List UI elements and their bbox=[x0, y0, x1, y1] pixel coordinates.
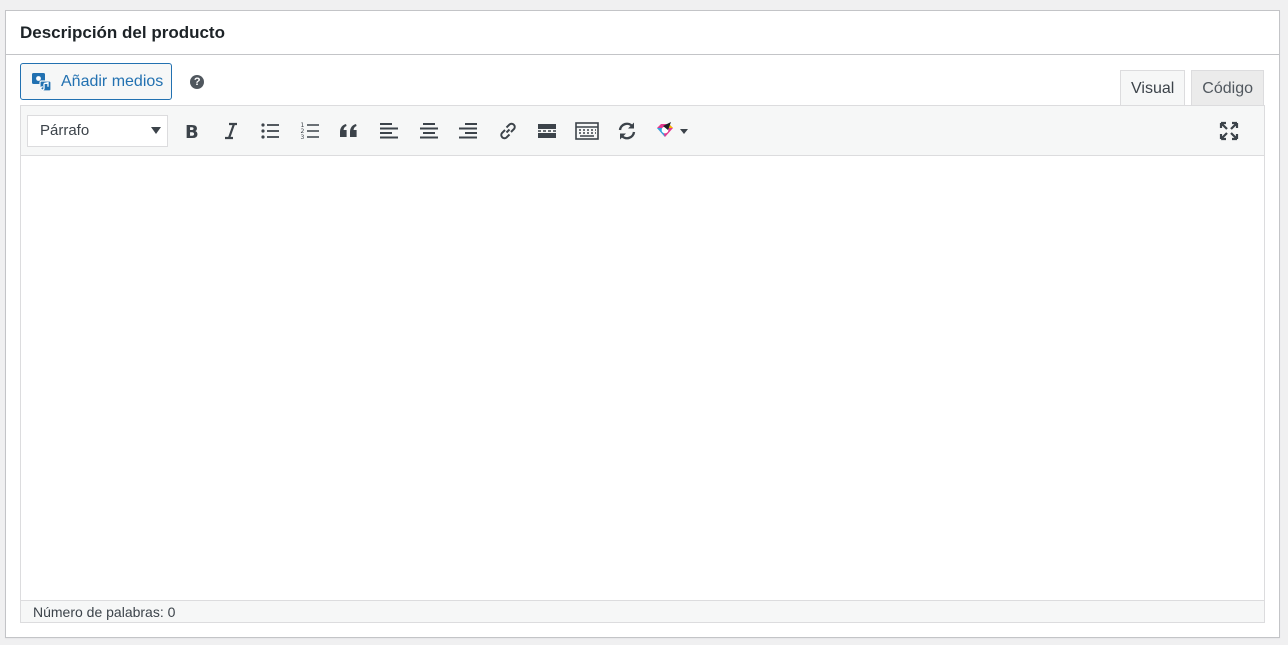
align-center-icon[interactable] bbox=[412, 114, 446, 148]
editor-statusbar: Número de palabras: 0 bbox=[21, 600, 1264, 622]
plugin-rocket-icon[interactable] bbox=[649, 114, 693, 148]
rich-text-editor: Párrafo B 1 2 3 Número de palabras: 0 bbox=[20, 105, 1265, 623]
refresh-icon[interactable] bbox=[610, 114, 644, 148]
add-media-button[interactable]: Añadir medios bbox=[20, 63, 173, 100]
bold-icon[interactable]: B bbox=[174, 114, 208, 148]
panel-header: Descripción del producto bbox=[6, 11, 1279, 55]
read-more-icon[interactable] bbox=[530, 114, 564, 148]
svg-text:3: 3 bbox=[300, 134, 304, 141]
align-left-icon[interactable] bbox=[372, 114, 406, 148]
align-right-icon[interactable] bbox=[451, 114, 485, 148]
tab-code[interactable]: Código bbox=[1191, 70, 1264, 106]
fullscreen-icon[interactable] bbox=[1212, 114, 1246, 148]
editor-content-area[interactable] bbox=[21, 156, 1264, 600]
bullet-list-icon[interactable] bbox=[253, 114, 287, 148]
format-select[interactable]: Párrafo bbox=[27, 114, 168, 147]
add-media-label: Añadir medios bbox=[61, 72, 164, 90]
format-select-value: Párrafo bbox=[40, 122, 90, 139]
editor-tabs: Visual Código bbox=[1114, 70, 1264, 107]
word-count: Número de palabras: 0 bbox=[33, 603, 176, 620]
chevron-down-icon bbox=[151, 127, 161, 134]
panel-title: Descripción del producto bbox=[20, 22, 225, 42]
link-icon[interactable] bbox=[491, 114, 525, 148]
media-buttons: Añadir medios ? bbox=[20, 63, 205, 100]
svg-text:B: B bbox=[185, 122, 199, 142]
editor-toolbar: Párrafo B 1 2 3 bbox=[21, 106, 1264, 156]
blockquote-icon[interactable] bbox=[332, 114, 366, 148]
product-description-panel: Descripción del producto Añadir medios ?… bbox=[5, 10, 1280, 638]
add-media-icon bbox=[31, 71, 53, 93]
italic-icon[interactable] bbox=[214, 114, 248, 148]
panel-inside: Añadir medios ? Visual Código Párrafo B bbox=[6, 55, 1279, 637]
tab-visual[interactable]: Visual bbox=[1120, 70, 1186, 107]
toolbar-toggle-icon[interactable] bbox=[570, 114, 604, 148]
numbered-list-icon[interactable]: 1 2 3 bbox=[293, 114, 327, 148]
help-icon[interactable]: ? bbox=[190, 74, 205, 89]
